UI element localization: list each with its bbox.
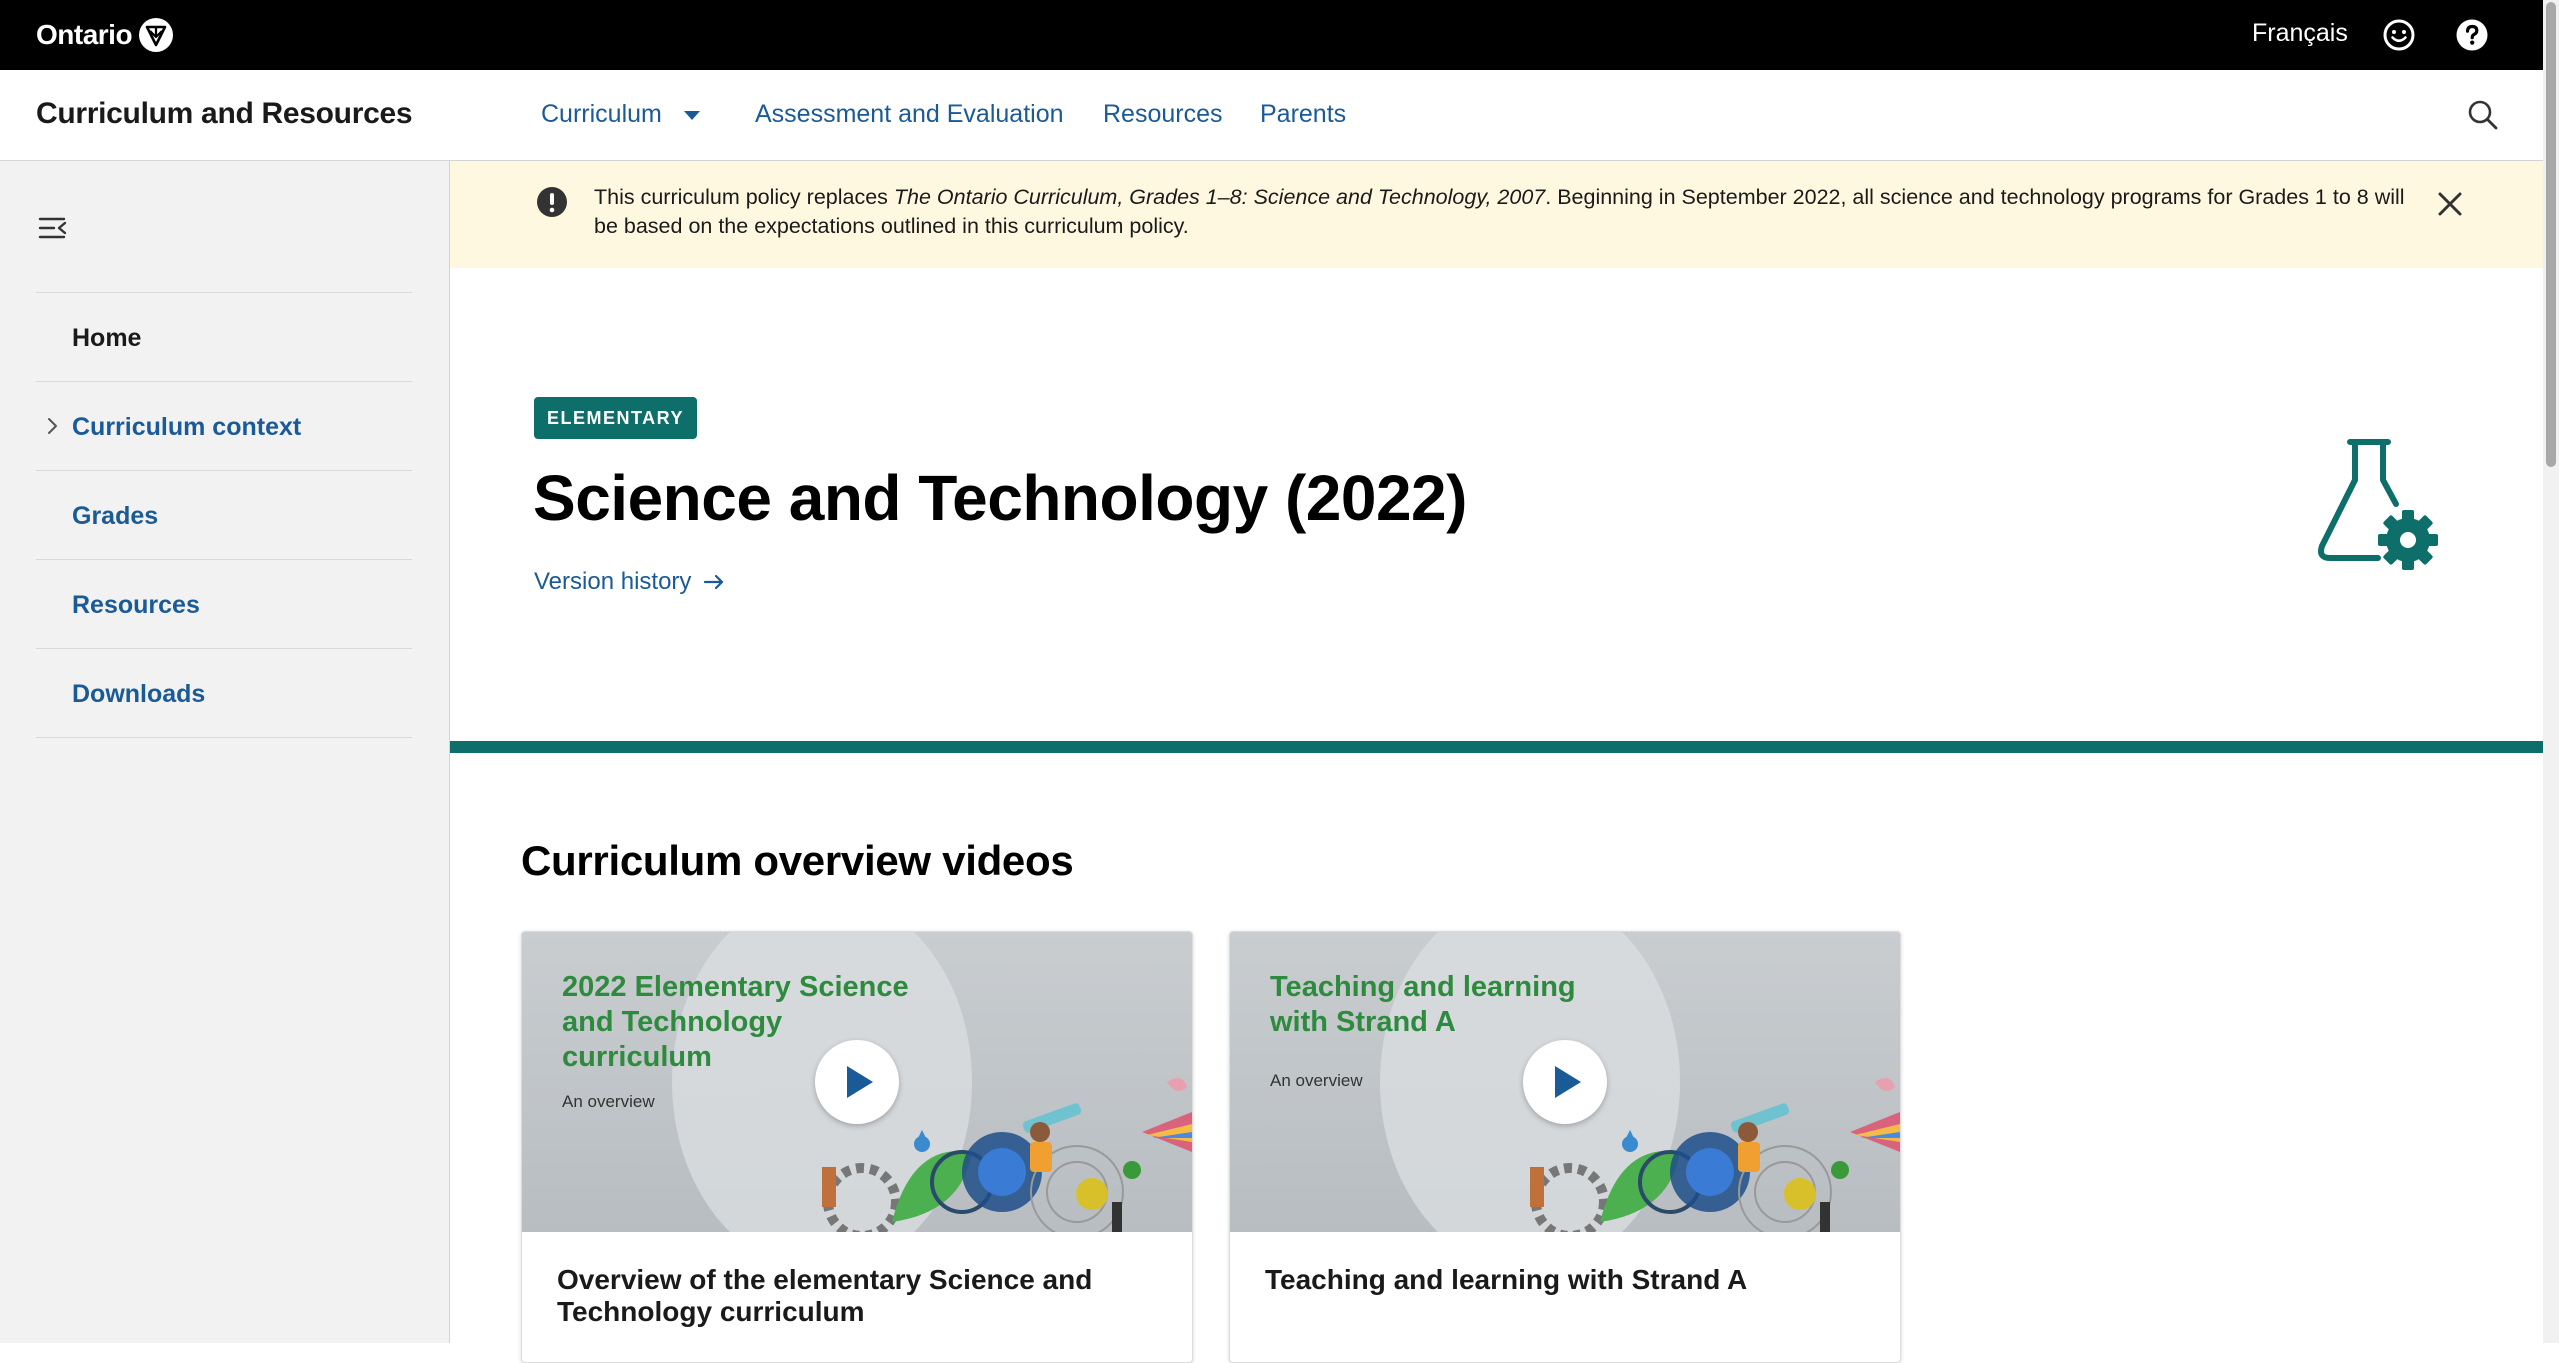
play-icon [847, 1066, 873, 1098]
ontario-wordmark: Ontario [36, 19, 133, 50]
video-card-title[interactable]: Overview of the elementary Science and T… [557, 1264, 1157, 1328]
videos-section-title: Curriculum overview videos [521, 837, 1074, 884]
ontario-top-bar: Ontario Français [0, 0, 2543, 70]
sidebar-item-label: Downloads [72, 680, 206, 708]
smiley-feedback-icon[interactable] [2382, 18, 2416, 52]
page-scrollbar[interactable] [2543, 0, 2559, 1343]
sidebar-item-resources[interactable]: Resources [36, 560, 412, 649]
help-question-icon[interactable] [2455, 18, 2489, 52]
sidebar-item-downloads[interactable]: Downloads [36, 649, 412, 738]
sidebar: Home Curriculum context Grades Resources… [0, 161, 450, 1343]
alert-message: This curriculum policy replaces The Onta… [594, 183, 2434, 241]
collapse-menu-icon[interactable] [38, 215, 68, 241]
video-card-strand-a[interactable]: Teaching and learning with Strand A An o… [1229, 931, 1901, 1363]
sidebar-item-label: Curriculum context [72, 413, 302, 441]
alert-document-title: The Ontario Curriculum, Grades 1–8: Scie… [893, 185, 1546, 209]
version-history-link[interactable]: Version history [534, 568, 725, 596]
trillium-logo-icon [139, 18, 174, 52]
play-button[interactable] [1523, 1040, 1607, 1124]
site-title[interactable]: Curriculum and Resources [36, 97, 413, 131]
flask-gear-icon [2318, 439, 2438, 570]
elementary-badge: ELEMENTARY [534, 397, 698, 439]
sidebar-nav-list: Home Curriculum context Grades Resources… [36, 292, 412, 738]
arrow-right-icon [704, 574, 724, 590]
exclamation-circle-icon [537, 187, 567, 217]
sidebar-item-label: Resources [72, 591, 200, 619]
ontario-logo[interactable]: Ontario [36, 15, 174, 55]
sidebar-item-label: Grades [72, 502, 159, 530]
chevron-right-icon[interactable] [46, 416, 60, 436]
policy-alert-banner: This curriculum policy replaces The Onta… [450, 161, 2543, 268]
site-header: Curriculum and Resources Curriculum Asse… [0, 70, 2543, 161]
nav-assessment-and-evaluation[interactable]: Assessment and Evaluation [755, 100, 1064, 129]
sidebar-item-grades[interactable]: Grades [36, 471, 412, 560]
thumbnail-title: Teaching and learning with Strand A [1270, 971, 1576, 1038]
video-thumbnail[interactable]: Teaching and learning with Strand A An o… [1230, 932, 1900, 1232]
search-icon[interactable] [2466, 98, 2500, 132]
alert-text-start: This curriculum policy replaces [594, 185, 894, 209]
play-button[interactable] [815, 1040, 899, 1124]
sidebar-item-curriculum-context[interactable]: Curriculum context [36, 382, 412, 471]
nav-resources[interactable]: Resources [1103, 100, 1223, 129]
sidebar-item-home[interactable]: Home [36, 293, 412, 382]
video-card-overview[interactable]: 2022 Elementary Science and Technology c… [521, 931, 1193, 1363]
thumbnail-subtitle: An overview [1270, 1071, 1363, 1090]
nav-curriculum[interactable]: Curriculum [541, 100, 700, 129]
nav-curriculum-label: Curriculum [541, 100, 662, 128]
close-icon[interactable] [2435, 189, 2465, 219]
thumbnail-subtitle: An overview [562, 1092, 655, 1111]
page-title: Science and Technology (2022) [533, 462, 1467, 534]
version-history-label: Version history [534, 568, 692, 595]
scrollbar-thumb[interactable] [2546, 2, 2556, 467]
video-card-title[interactable]: Teaching and learning with Strand A [1265, 1264, 1865, 1296]
sidebar-item-label: Home [72, 324, 142, 352]
nav-parents[interactable]: Parents [1260, 100, 1346, 129]
video-thumbnail[interactable]: 2022 Elementary Science and Technology c… [522, 932, 1192, 1232]
play-icon [1555, 1066, 1581, 1098]
section-divider [450, 741, 2543, 753]
francais-language-link[interactable]: Français [2252, 19, 2348, 48]
caret-down-icon [683, 110, 700, 120]
